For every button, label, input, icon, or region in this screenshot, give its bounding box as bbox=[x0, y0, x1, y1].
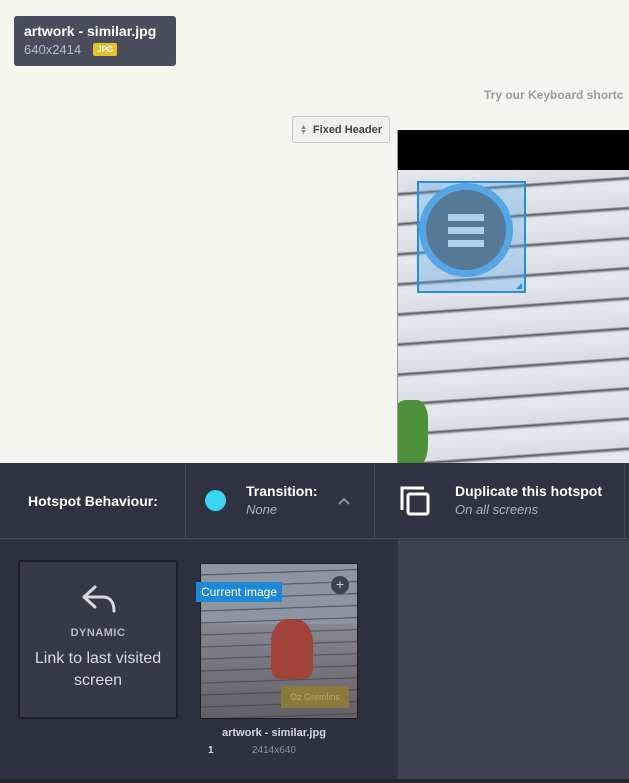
thumbnail-bear bbox=[271, 619, 313, 679]
file-dimensions: 640x2414 bbox=[24, 42, 82, 57]
divider bbox=[624, 463, 625, 539]
screen-canvas[interactable] bbox=[397, 130, 629, 463]
file-info-badge: artwork - similar.jpg 640x2414 JPG bbox=[14, 16, 176, 66]
screen-name: artwork - similar.jpg bbox=[222, 727, 326, 739]
screens-overlay bbox=[398, 540, 629, 783]
thumbnail-sign: Oz Gremlins bbox=[281, 686, 349, 708]
fixed-header-label: Fixed Header bbox=[312, 123, 383, 136]
updown-arrows-icon: ▲ ▼ bbox=[299, 123, 307, 136]
duplicate-value[interactable]: On all screens bbox=[455, 502, 538, 517]
hotspot-panel: Hotspot Behaviour: Transition: None Dupl… bbox=[0, 463, 629, 783]
file-name: artwork - similar.jpg bbox=[24, 23, 157, 39]
screen-dimensions: 2414x640 bbox=[252, 745, 296, 756]
current-image-tag: Current image bbox=[196, 582, 283, 602]
keyboard-shortcuts-link[interactable]: Try our Keyboard shortc bbox=[484, 88, 623, 102]
transition-value[interactable]: None bbox=[246, 502, 277, 517]
fixed-header-area bbox=[398, 130, 629, 170]
transition-color-dot bbox=[205, 490, 226, 511]
link-targets: DYNAMIC Link to last visited screen Oz G… bbox=[0, 540, 398, 783]
image-foliage bbox=[398, 400, 428, 463]
chevron-up-icon[interactable] bbox=[337, 494, 351, 508]
dynamic-description: Link to last visited screen bbox=[34, 650, 162, 689]
add-icon[interactable]: + bbox=[331, 576, 349, 594]
resize-handle[interactable] bbox=[516, 283, 522, 289]
behaviour-bar: Hotspot Behaviour: Transition: None Dupl… bbox=[0, 463, 629, 539]
reply-arrow-icon bbox=[82, 585, 116, 613]
fixed-header-button[interactable]: ▲ ▼ Fixed Header bbox=[292, 116, 390, 143]
file-type-badge: JPG bbox=[93, 43, 118, 56]
divider bbox=[185, 463, 186, 539]
behaviour-label: Hotspot Behaviour: bbox=[28, 493, 158, 509]
panel-bottom-edge bbox=[0, 779, 629, 783]
transition-title[interactable]: Transition: bbox=[246, 483, 318, 499]
duplicate-title[interactable]: Duplicate this hotspot bbox=[455, 483, 602, 499]
divider bbox=[374, 463, 375, 539]
hotspot-area[interactable] bbox=[417, 181, 526, 293]
dynamic-link-card[interactable]: DYNAMIC Link to last visited screen bbox=[18, 560, 178, 719]
screen-index: 1 bbox=[208, 745, 214, 756]
dynamic-tag: DYNAMIC bbox=[70, 627, 126, 639]
duplicate-icon[interactable] bbox=[399, 485, 431, 517]
